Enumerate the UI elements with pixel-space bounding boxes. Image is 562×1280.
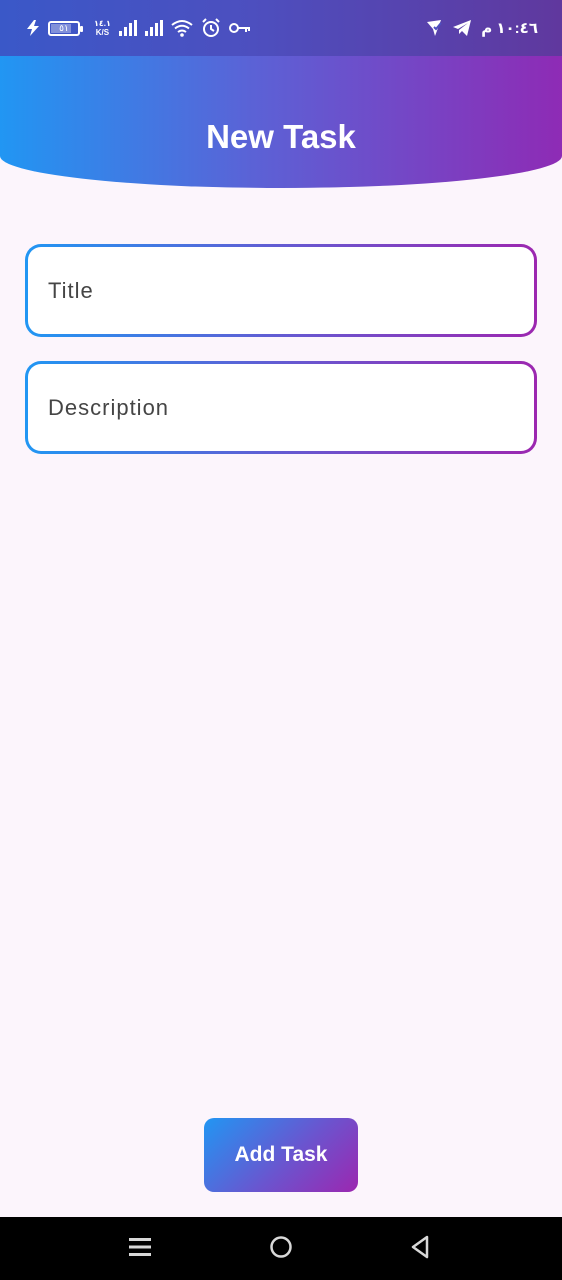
charging-icon	[26, 20, 40, 36]
add-task-button[interactable]: Add Task	[204, 1118, 358, 1192]
page-title: New Task	[206, 118, 356, 155]
home-icon	[269, 1235, 293, 1264]
description-field[interactable]	[25, 361, 537, 454]
signal-icon	[144, 20, 163, 36]
network-speed-value: ١٤.١	[94, 19, 111, 28]
network-speed: ١٤.١ K/S	[94, 19, 111, 37]
wifi-icon	[171, 19, 193, 37]
system-nav-bar	[0, 1217, 562, 1280]
description-input[interactable]	[48, 394, 534, 421]
title-field-inner	[28, 247, 534, 334]
recents-icon	[128, 1235, 152, 1264]
status-bar: ٥١ ١٤.١ K/S ١٠:٤٦ م	[0, 0, 562, 56]
telegram-icon	[453, 20, 472, 36]
description-field-inner	[28, 364, 534, 451]
battery-icon: ٥١	[48, 20, 83, 36]
title-field[interactable]	[25, 244, 537, 337]
status-right-icons: ١٠:٤٦ م	[425, 16, 538, 40]
clock: ١٠:٤٦ م	[481, 20, 538, 37]
vpn-key-icon	[228, 21, 251, 35]
signal-icon	[118, 20, 137, 36]
back-icon	[408, 1235, 432, 1264]
status-left-icons: ٥١ ١٤.١ K/S	[26, 16, 251, 40]
screen: ٥١ ١٤.١ K/S ١٠:٤٦ م New Task Title Descr…	[0, 0, 562, 1280]
recents-button[interactable]	[122, 1231, 158, 1267]
back-button[interactable]	[402, 1231, 438, 1267]
location-check-icon	[425, 19, 443, 37]
battery-level: ٥١	[59, 22, 69, 33]
app-header: New Task	[0, 56, 562, 188]
title-input[interactable]	[48, 277, 534, 304]
network-speed-unit: K/S	[95, 28, 110, 37]
home-button[interactable]	[263, 1231, 299, 1267]
alarm-icon	[201, 18, 221, 38]
